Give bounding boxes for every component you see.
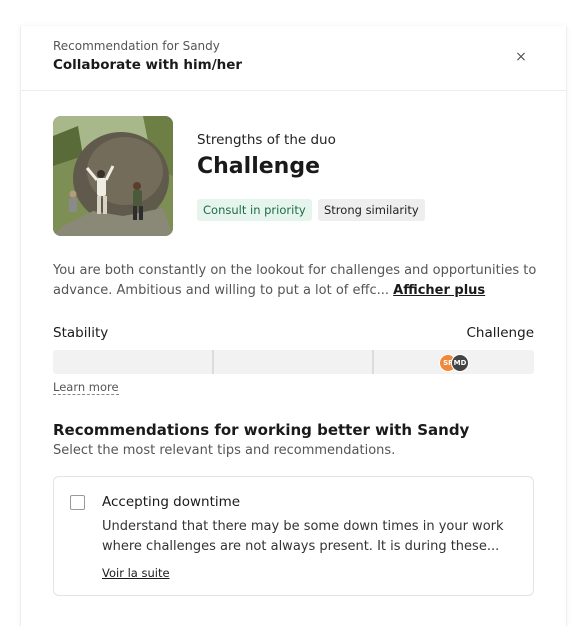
duo-description: You are both constantly on the lookout f… xyxy=(53,261,543,301)
avatar[interactable]: MD xyxy=(451,354,469,372)
header-title: Collaborate with him/her xyxy=(53,57,243,73)
recommendations-subtitle: Select the most relevant tips and recomm… xyxy=(53,443,396,458)
strengths-label: Strengths of the duo xyxy=(197,132,336,148)
scale-right-label: Challenge xyxy=(466,325,535,341)
panel-header: Recommendation for Sandy Collaborate wit… xyxy=(21,26,566,91)
show-more-link[interactable]: Afficher plus xyxy=(393,283,485,298)
close-icon: × xyxy=(515,49,527,65)
learn-more-link[interactable]: Learn more xyxy=(53,380,119,395)
climbing-photo-icon xyxy=(53,116,173,236)
recommendation-body: Understand that there may be some down t… xyxy=(102,519,504,554)
scale-divider xyxy=(372,350,374,374)
scale-left-label: Stability xyxy=(53,325,109,341)
recommendation-card: Accepting downtime Understand that there… xyxy=(53,476,534,596)
scale-divider xyxy=(212,350,214,374)
recommendation-checkbox[interactable] xyxy=(70,495,85,510)
see-more-link[interactable]: Voir la suite xyxy=(102,566,170,580)
header-subtitle: Recommendation for Sandy xyxy=(53,39,220,53)
close-button[interactable]: × xyxy=(511,47,531,67)
tag-strong-similarity: Strong similarity xyxy=(318,199,425,221)
climbing-photo xyxy=(53,116,173,236)
strength-title: Challenge xyxy=(197,154,320,179)
tag-consult-priority: Consult in priority xyxy=(197,199,312,221)
recommendation-title: Accepting downtime xyxy=(102,494,241,510)
recommendation-panel: Recommendation for Sandy Collaborate wit… xyxy=(20,26,567,626)
recommendations-title: Recommendations for working better with … xyxy=(53,421,470,439)
stability-challenge-scale: SF MD xyxy=(53,350,534,374)
